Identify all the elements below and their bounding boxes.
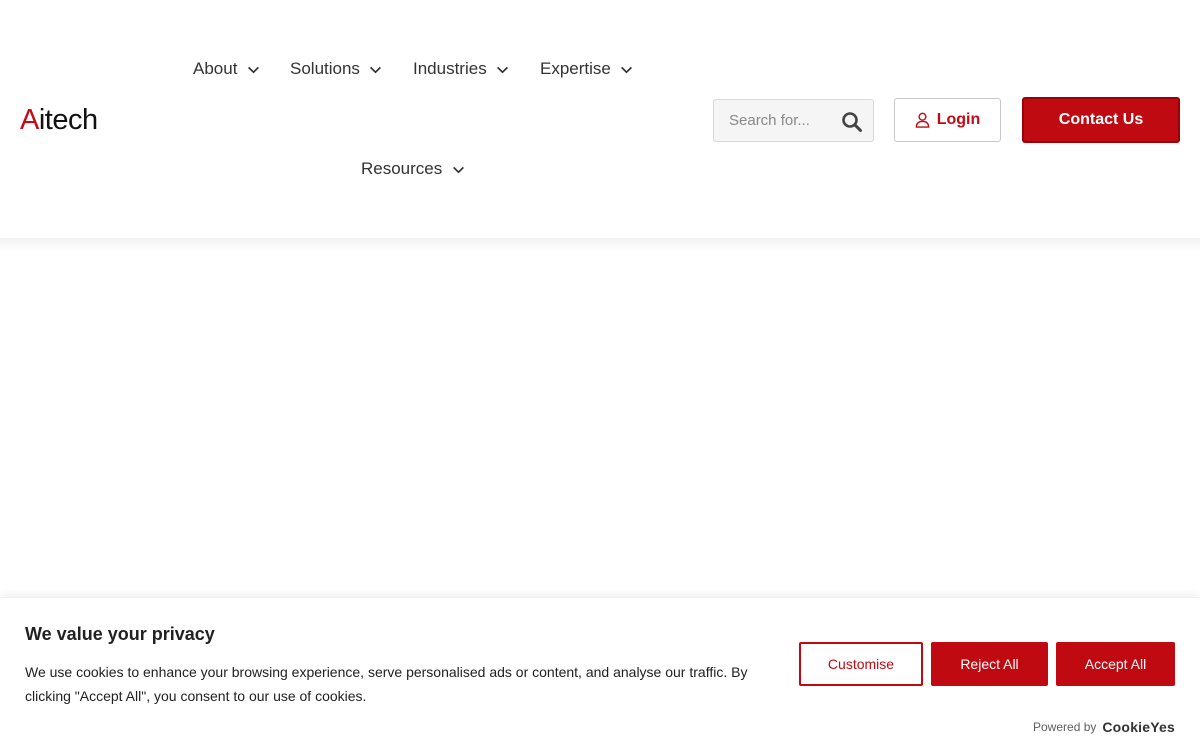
- search-input[interactable]: [714, 100, 832, 141]
- nav-label: Resources: [361, 159, 443, 178]
- reject-all-button[interactable]: Reject All: [931, 642, 1048, 686]
- cookieyes-logo[interactable]: CookieYes: [1102, 719, 1175, 735]
- nav-label: Expertise: [540, 59, 611, 78]
- chevron-down-icon: [619, 61, 635, 77]
- login-button[interactable]: Login: [894, 98, 1001, 142]
- powered-by: Powered by CookieYes: [1033, 719, 1175, 735]
- chevron-down-icon: [245, 61, 261, 77]
- chevron-down-icon: [495, 61, 511, 77]
- accept-all-button[interactable]: Accept All: [1056, 642, 1175, 686]
- cookie-banner-text: We use cookies to enhance your browsing …: [25, 664, 748, 704]
- cookie-consent-banner: We value your privacy We use cookies to …: [0, 597, 1200, 750]
- nav-item-resources[interactable]: Resources: [361, 157, 466, 181]
- user-icon: [915, 112, 930, 128]
- logo-accent-letter: A: [20, 104, 39, 136]
- search-box: [713, 99, 874, 142]
- nav-item-about[interactable]: About: [193, 57, 261, 81]
- login-label: Login: [936, 111, 981, 128]
- nav-label: About: [193, 59, 238, 78]
- aitech-logo[interactable]: Aitech: [20, 105, 98, 135]
- nav-item-expertise[interactable]: Expertise: [540, 57, 635, 81]
- customise-button[interactable]: Customise: [799, 642, 923, 686]
- logo-wordmark: itech: [38, 104, 98, 136]
- nav-item-solutions[interactable]: Solutions: [290, 57, 384, 81]
- nav-label: Industries: [413, 59, 487, 78]
- search-icon[interactable]: [841, 111, 863, 133]
- chevron-down-icon: [450, 161, 466, 177]
- header-divider: [0, 238, 1200, 252]
- contact-us-button[interactable]: Contact Us: [1022, 97, 1180, 143]
- site-header: Aitech About Solutions Industries Expert…: [0, 0, 1200, 240]
- powered-by-label: Powered by: [1033, 720, 1097, 734]
- nav-label: Solutions: [290, 59, 360, 78]
- nav-item-industries[interactable]: Industries: [413, 57, 511, 81]
- cookie-banner-title: We value your privacy: [25, 624, 215, 644]
- chevron-down-icon: [368, 61, 384, 77]
